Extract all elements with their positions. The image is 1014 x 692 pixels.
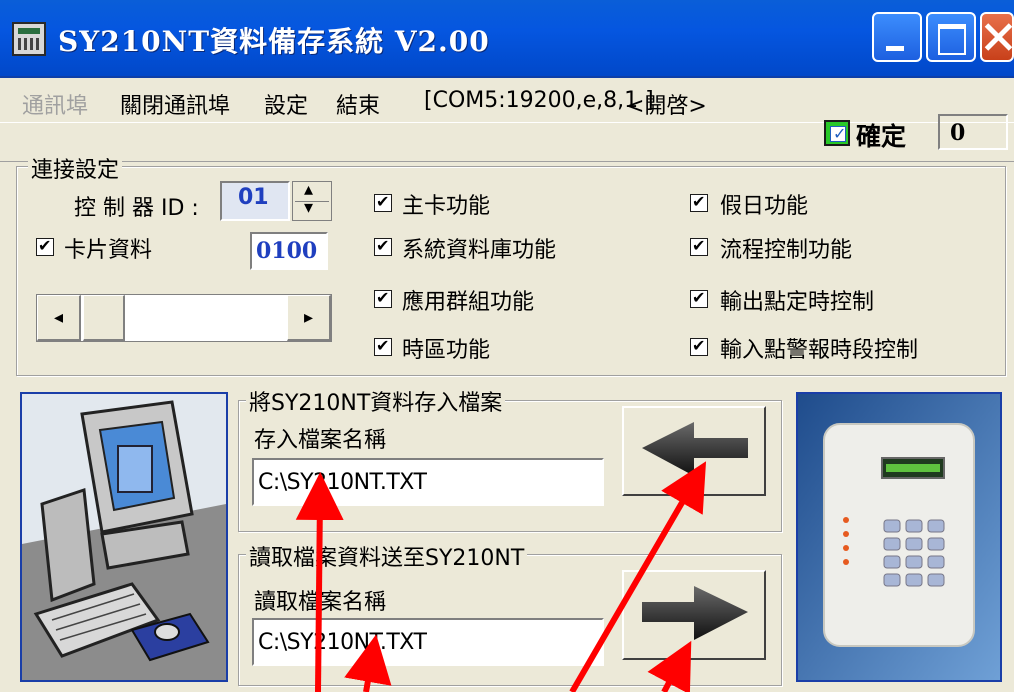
annotation-arrows [295, 461, 707, 692]
app-window: SY210NT資料備存系統 V2.00 通訊埠 關閉通訊埠 設定 結束 [COM… [0, 0, 1014, 692]
